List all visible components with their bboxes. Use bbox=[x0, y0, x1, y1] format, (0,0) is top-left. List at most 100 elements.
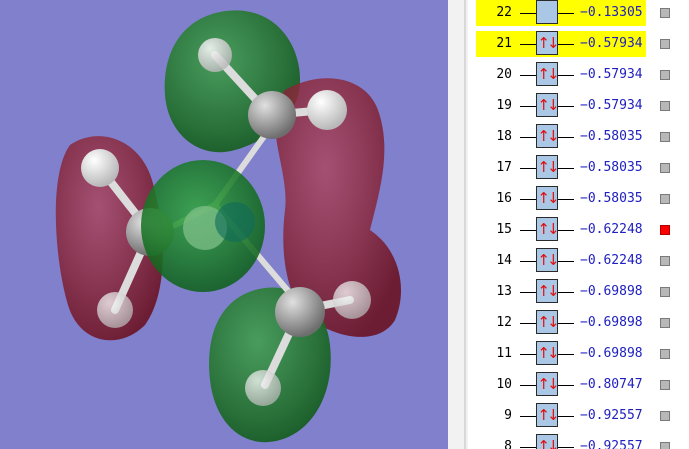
electron-pair-icon: ↑↓ bbox=[537, 96, 559, 114]
orbital-row[interactable]: 20 ↑↓ −0.57934 bbox=[476, 62, 670, 88]
orbital-level-box[interactable]: ↑↓ bbox=[536, 155, 560, 179]
level-line bbox=[558, 168, 574, 169]
orbital-row[interactable]: 18 ↑↓ −0.58035 bbox=[476, 124, 670, 150]
orbital-select-flag[interactable] bbox=[660, 194, 670, 204]
level-line bbox=[520, 323, 536, 324]
orbital-level-box[interactable]: ↑↓ bbox=[536, 434, 560, 449]
orbital-level-box[interactable]: ↑↓ bbox=[536, 341, 560, 365]
orbital-number: 19 bbox=[496, 98, 512, 113]
orbital-row[interactable]: 8 ↑↓ −0.92557 bbox=[476, 434, 670, 449]
orbital-level-box[interactable]: ↑↓ bbox=[536, 31, 560, 55]
level-line bbox=[558, 199, 574, 200]
level-line bbox=[558, 323, 574, 324]
level-line bbox=[558, 385, 574, 386]
orbital-select-flag[interactable] bbox=[660, 287, 670, 297]
electron-pair-icon: ↑↓ bbox=[537, 375, 559, 393]
orbital-energy: −0.58035 bbox=[580, 191, 643, 206]
orbital-row[interactable]: 15 ↑↓ −0.62248 bbox=[476, 217, 670, 243]
orbital-energy: −0.69898 bbox=[580, 284, 643, 299]
orbital-energy-diagram[interactable]: 22 −0.13305 21 ↑↓ −0.57934 20 ↑↓ −0.57934 19 ↑↓ −0… bbox=[468, 0, 689, 449]
orbital-select-flag[interactable] bbox=[660, 442, 670, 449]
orbital-select-flag[interactable] bbox=[660, 101, 670, 111]
orbital-select-flag[interactable] bbox=[660, 411, 670, 421]
orbital-level-box[interactable]: ↑↓ bbox=[536, 93, 560, 117]
orbital-energy: −0.92557 bbox=[580, 439, 643, 449]
level-line bbox=[520, 106, 536, 107]
orbital-energy: −0.57934 bbox=[580, 98, 643, 113]
orbital-level-box[interactable]: ↑↓ bbox=[536, 310, 560, 334]
orbital-energy: −0.62248 bbox=[580, 222, 643, 237]
orbital-select-flag[interactable] bbox=[660, 256, 670, 266]
orbital-row[interactable]: 14 ↑↓ −0.62248 bbox=[476, 248, 670, 274]
orbital-number: 16 bbox=[496, 191, 512, 206]
level-line bbox=[520, 199, 536, 200]
level-line bbox=[520, 416, 536, 417]
orbital-level-box[interactable]: ↑↓ bbox=[536, 248, 560, 272]
orbital-level-box[interactable]: ↑↓ bbox=[536, 124, 560, 148]
level-line bbox=[558, 44, 574, 45]
orbital-row[interactable]: 16 ↑↓ −0.58035 bbox=[476, 186, 670, 212]
orbital-row[interactable]: 17 ↑↓ −0.58035 bbox=[476, 155, 670, 181]
orbital-energy: −0.57934 bbox=[580, 67, 643, 82]
electron-pair-icon: ↑↓ bbox=[537, 251, 559, 269]
orbital-number: 18 bbox=[496, 129, 512, 144]
orbital-row[interactable]: 22 −0.13305 bbox=[476, 0, 670, 26]
selected-orbital-flag[interactable] bbox=[660, 225, 670, 235]
orbital-select-flag[interactable] bbox=[660, 70, 670, 80]
orbital-level-box[interactable] bbox=[536, 0, 558, 24]
orbital-energy: −0.62248 bbox=[580, 253, 643, 268]
level-line bbox=[558, 261, 574, 262]
electron-pair-icon: ↑↓ bbox=[537, 65, 559, 83]
orbital-select-flag[interactable] bbox=[660, 39, 670, 49]
orbital-select-flag[interactable] bbox=[660, 8, 670, 18]
orbital-level-box[interactable]: ↑↓ bbox=[536, 279, 560, 303]
level-line bbox=[520, 354, 536, 355]
orbital-row[interactable]: 9 ↑↓ −0.92557 bbox=[476, 403, 670, 429]
level-line bbox=[520, 44, 536, 45]
orbital-energy: −0.92557 bbox=[580, 408, 643, 423]
orbital-level-box[interactable]: ↑↓ bbox=[536, 403, 560, 427]
orbital-number: 20 bbox=[496, 67, 512, 82]
level-line bbox=[558, 75, 574, 76]
orbital-number: 13 bbox=[496, 284, 512, 299]
electron-pair-icon: ↑↓ bbox=[537, 158, 559, 176]
orbital-row[interactable]: 10 ↑↓ −0.80747 bbox=[476, 372, 670, 398]
orbital-row[interactable]: 21 ↑↓ −0.57934 bbox=[476, 31, 670, 57]
molecule-viewport[interactable] bbox=[0, 0, 448, 449]
electron-pair-icon: ↑↓ bbox=[537, 406, 559, 424]
orbital-row[interactable]: 13 ↑↓ −0.69898 bbox=[476, 279, 670, 305]
orbital-number: 15 bbox=[496, 222, 512, 237]
orbital-number: 10 bbox=[496, 377, 512, 392]
orbital-energy: −0.58035 bbox=[580, 160, 643, 175]
orbital-surface-render[interactable] bbox=[0, 0, 448, 449]
level-line bbox=[558, 230, 574, 231]
level-line bbox=[520, 13, 536, 14]
level-line bbox=[558, 13, 574, 14]
splitter-handle[interactable] bbox=[464, 0, 466, 449]
orbital-number: 9 bbox=[504, 408, 512, 423]
orbital-select-flag[interactable] bbox=[660, 163, 670, 173]
level-line bbox=[520, 137, 536, 138]
level-line bbox=[520, 385, 536, 386]
orbital-level-box[interactable]: ↑↓ bbox=[536, 217, 560, 241]
electron-pair-icon: ↑↓ bbox=[537, 313, 559, 331]
orbital-energy: −0.57934 bbox=[580, 36, 643, 51]
orbital-select-flag[interactable] bbox=[660, 318, 670, 328]
orbital-number: 12 bbox=[496, 315, 512, 330]
electron-pair-icon: ↑↓ bbox=[537, 127, 559, 145]
level-line bbox=[520, 261, 536, 262]
orbital-select-flag[interactable] bbox=[660, 380, 670, 390]
orbital-level-box[interactable]: ↑↓ bbox=[536, 186, 560, 210]
level-line bbox=[520, 447, 536, 448]
orbital-level-box[interactable]: ↑↓ bbox=[536, 372, 560, 396]
level-line bbox=[558, 292, 574, 293]
orbital-level-box[interactable]: ↑↓ bbox=[536, 62, 560, 86]
orbital-row[interactable]: 12 ↑↓ −0.69898 bbox=[476, 310, 670, 336]
orbital-number: 8 bbox=[504, 439, 512, 449]
orbital-select-flag[interactable] bbox=[660, 132, 670, 142]
orbital-row[interactable]: 19 ↑↓ −0.57934 bbox=[476, 93, 670, 119]
orbital-select-flag[interactable] bbox=[660, 349, 670, 359]
orbital-number: 21 bbox=[496, 36, 512, 51]
electron-pair-icon: ↑↓ bbox=[537, 437, 559, 449]
orbital-row[interactable]: 11 ↑↓ −0.69898 bbox=[476, 341, 670, 367]
